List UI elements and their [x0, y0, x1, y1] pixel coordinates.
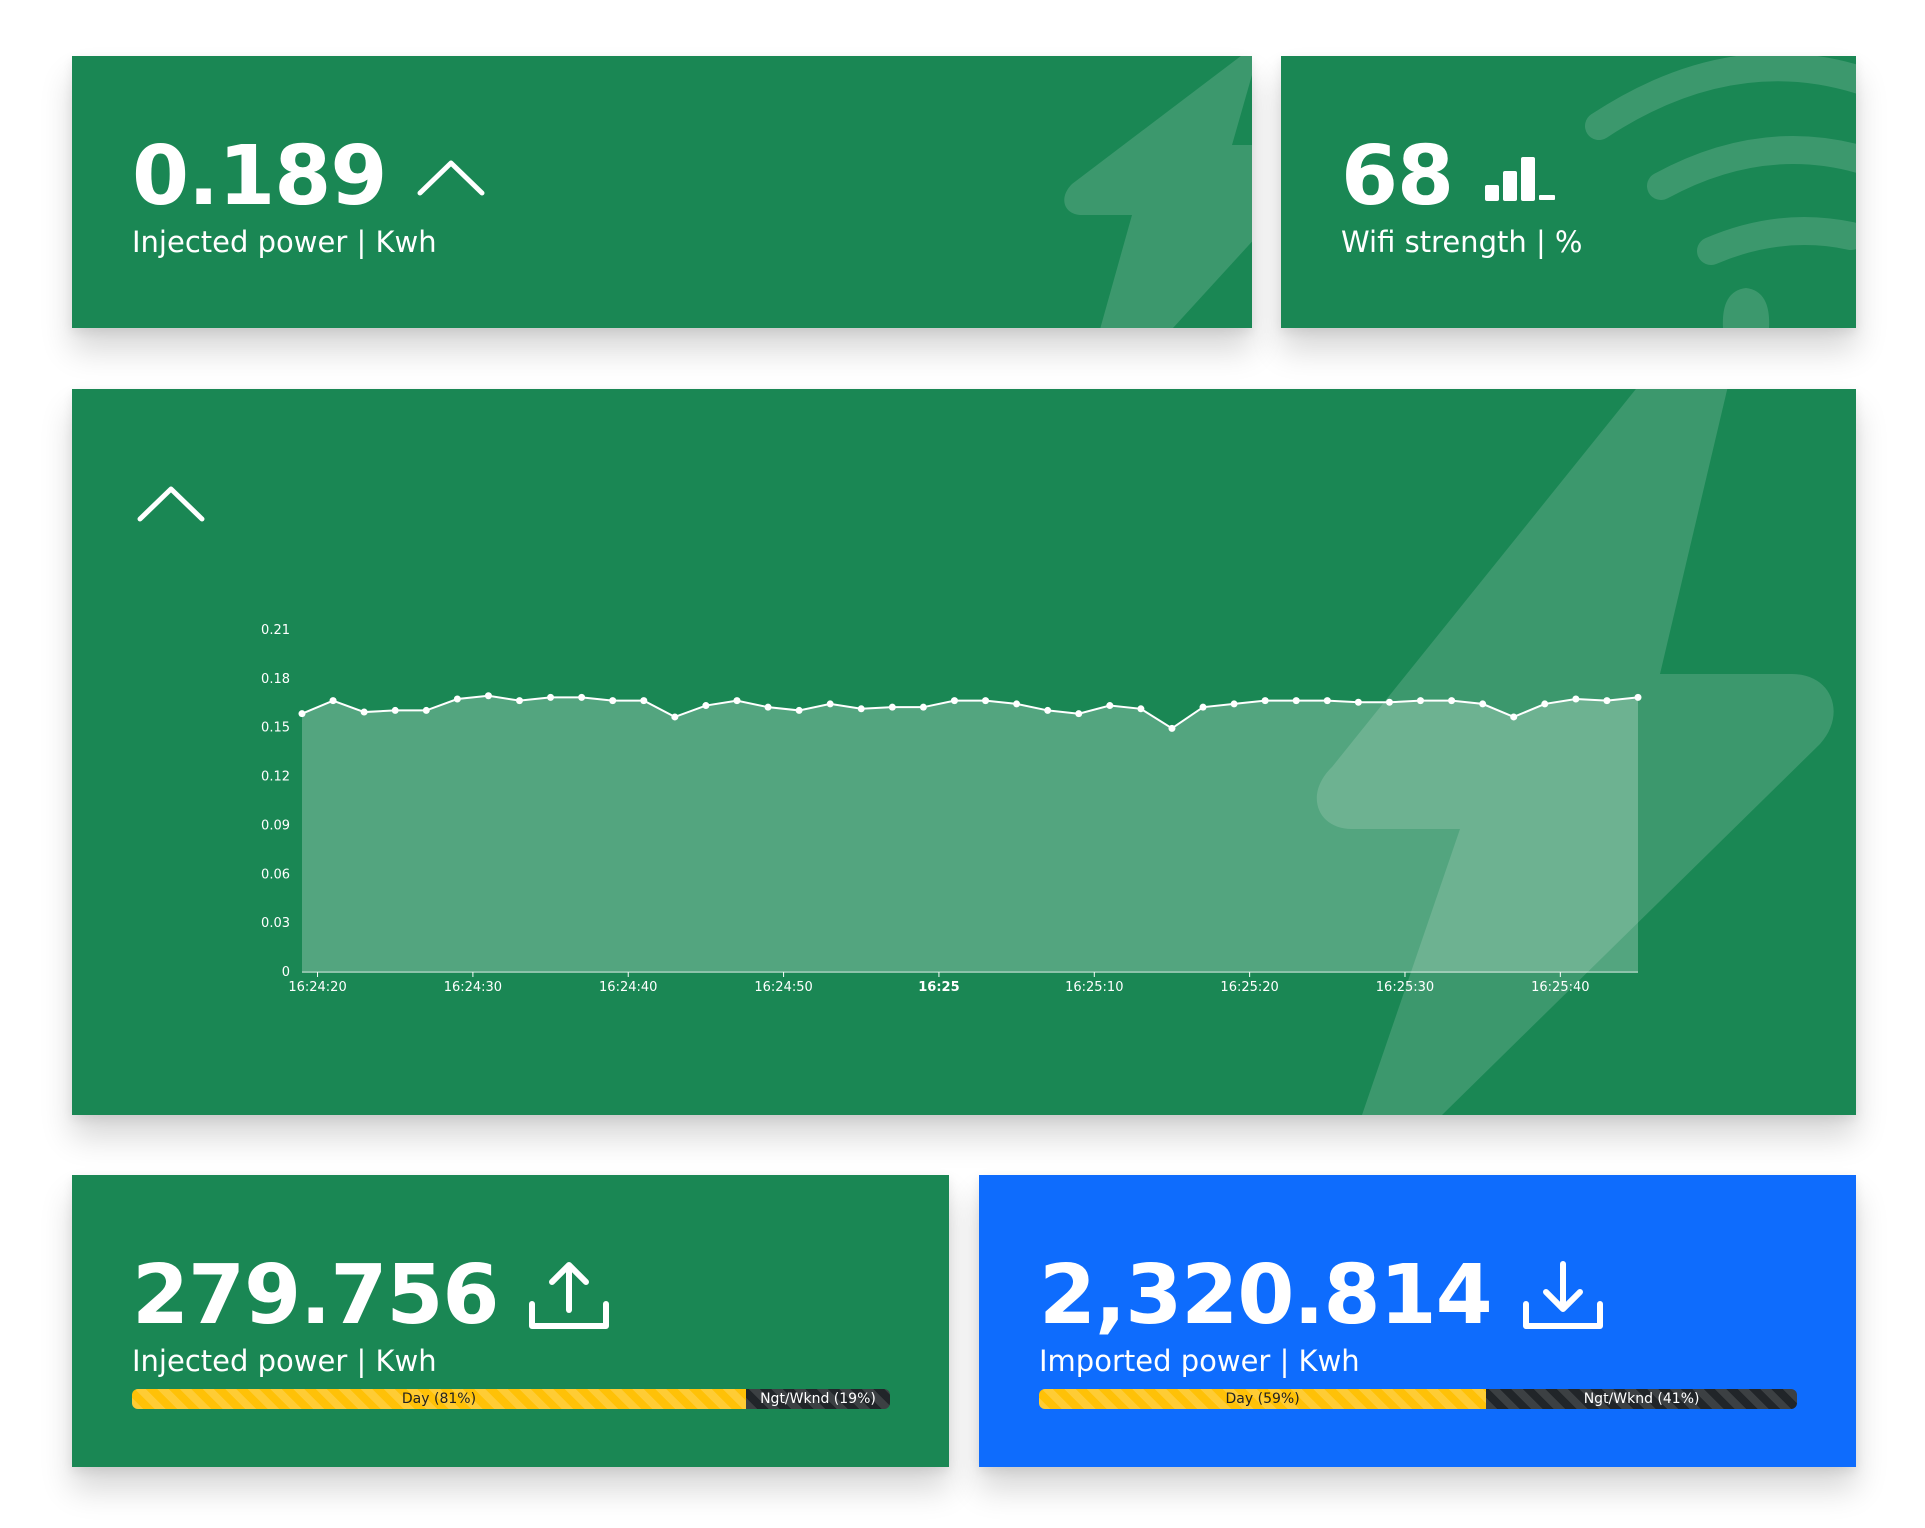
data-point — [827, 700, 834, 707]
injected-power-live-value: 0.189 — [132, 136, 386, 218]
wifi-strength-caption: Wifi strength | % — [1341, 228, 1583, 257]
data-point — [330, 697, 337, 704]
wifi-icon — [1581, 56, 1856, 328]
injected-power-total-caption: Injected power | Kwh — [132, 1347, 437, 1376]
data-point — [1231, 700, 1238, 707]
lightning-bolt-icon — [832, 56, 1252, 328]
progress-night-segment: Ngt/Wknd (19%) — [746, 1389, 890, 1409]
x-tick-label: 16:24:20 — [288, 980, 346, 995]
power-area-chart: 0 0.03 0.06 0.09 0.12 0.15 0.18 0.21 16:24:20 16:… — [72, 389, 1856, 1115]
download-icon — [1522, 1260, 1604, 1332]
data-point — [1168, 725, 1175, 732]
power-chart-panel: 0 0.03 0.06 0.09 0.12 0.15 0.18 0.21 16:24:20 16:… — [72, 389, 1856, 1115]
data-point — [1541, 700, 1548, 707]
x-tick-label: 16:25:20 — [1220, 980, 1278, 995]
data-point — [1417, 697, 1424, 704]
data-point — [733, 697, 740, 704]
data-point — [1635, 694, 1642, 701]
data-point — [982, 697, 989, 704]
signal-bars-icon — [1483, 149, 1563, 205]
y-tick-label: 0.09 — [261, 818, 290, 833]
data-point — [889, 704, 896, 711]
y-tick-label: 0.15 — [261, 721, 290, 736]
wifi-strength-card: 68 Wifi strength | % — [1281, 56, 1856, 328]
data-point — [1479, 700, 1486, 707]
data-point — [299, 710, 306, 717]
x-tick-label: 16:25:10 — [1065, 980, 1123, 995]
data-point — [423, 707, 430, 714]
imported-day-night-progress: Day (59%) Ngt/Wknd (41%) — [1039, 1389, 1797, 1409]
x-tick-label: 16:24:40 — [599, 980, 657, 995]
data-point — [702, 702, 709, 709]
x-tick-label: 16:25:40 — [1531, 980, 1589, 995]
data-point — [454, 696, 461, 703]
injected-power-live-card: 0.189 Injected power | Kwh — [72, 56, 1252, 328]
data-point — [1262, 697, 1269, 704]
x-tick-label: 16:24:50 — [754, 980, 812, 995]
data-point — [1137, 705, 1144, 712]
progress-day-segment: Day (81%) — [132, 1389, 746, 1409]
data-point — [1075, 710, 1082, 717]
progress-day-segment: Day (59%) — [1039, 1389, 1486, 1409]
data-point — [1448, 697, 1455, 704]
data-point — [1293, 697, 1300, 704]
data-point — [640, 697, 647, 704]
data-point — [578, 694, 585, 701]
data-point — [1324, 697, 1331, 704]
y-tick-label: 0 — [282, 965, 290, 980]
wifi-strength-value: 68 — [1341, 136, 1453, 218]
data-point — [765, 704, 772, 711]
y-tick-label: 0.12 — [261, 770, 290, 785]
data-point — [1200, 704, 1207, 711]
data-point — [361, 709, 368, 716]
imported-power-total-value: 2,320.814 — [1039, 1255, 1492, 1337]
data-point — [858, 705, 865, 712]
y-tick-label: 0.03 — [261, 916, 290, 931]
chevron-up-icon — [416, 155, 486, 199]
imported-power-total-caption: Imported power | Kwh — [1039, 1347, 1360, 1376]
x-tick-label: 16:25 — [918, 980, 959, 995]
data-point — [1106, 702, 1113, 709]
data-point — [1572, 696, 1579, 703]
y-tick-label: 0.18 — [261, 672, 290, 687]
data-point — [796, 707, 803, 714]
data-point — [547, 694, 554, 701]
injected-power-total-card: 279.756 Injected power | Kwh Day (81%) N… — [72, 1175, 949, 1467]
data-point — [1355, 699, 1362, 706]
x-tick-label: 16:24:30 — [444, 980, 502, 995]
imported-power-total-card: 2,320.814 Imported power | Kwh Day (59%)… — [979, 1175, 1856, 1467]
data-point — [1510, 713, 1517, 720]
data-point — [1603, 697, 1610, 704]
injected-power-live-caption: Injected power | Kwh — [132, 228, 437, 257]
data-point — [1044, 707, 1051, 714]
data-point — [392, 707, 399, 714]
data-point — [671, 713, 678, 720]
data-point — [1386, 699, 1393, 706]
y-tick-label: 0.21 — [261, 623, 290, 638]
data-point — [609, 697, 616, 704]
progress-night-segment: Ngt/Wknd (41%) — [1486, 1389, 1797, 1409]
injected-power-total-value: 279.756 — [132, 1255, 498, 1337]
data-point — [920, 704, 927, 711]
x-tick-label: 16:25:30 — [1376, 980, 1434, 995]
y-tick-label: 0.06 — [261, 867, 290, 882]
data-point — [1013, 700, 1020, 707]
data-point — [485, 692, 492, 699]
series-area — [302, 696, 1638, 971]
injected-day-night-progress: Day (81%) Ngt/Wknd (19%) — [132, 1389, 890, 1409]
data-point — [516, 697, 523, 704]
upload-icon — [528, 1260, 610, 1332]
data-point — [951, 697, 958, 704]
